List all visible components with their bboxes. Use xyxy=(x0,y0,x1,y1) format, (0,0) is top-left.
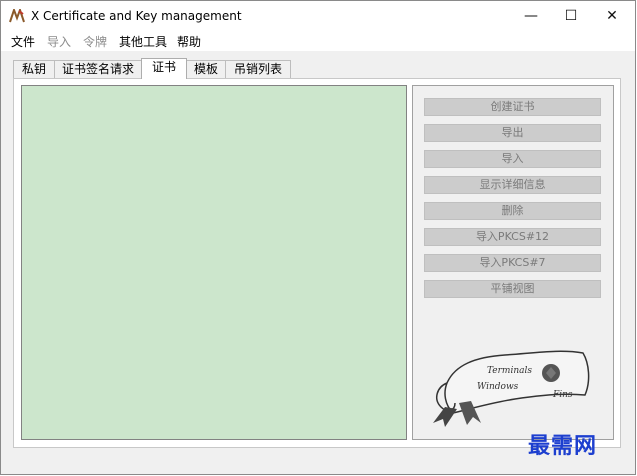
import-pkcs12-button[interactable]: 导入PKCS#12 xyxy=(424,228,601,246)
import-pkcs7-button[interactable]: 导入PKCS#7 xyxy=(424,254,601,272)
menu-import[interactable]: 导入 xyxy=(47,33,71,50)
xca-app-icon xyxy=(9,9,25,23)
tab-csr[interactable]: 证书签名请求 xyxy=(54,60,142,78)
title-bar: X Certificate and Key management — ☐ ✕ xyxy=(1,1,635,31)
watermark-text: 最需网 xyxy=(528,434,598,459)
certificate-list[interactable] xyxy=(21,85,407,440)
certificate-scroll-logo: Terminals Windows Fins xyxy=(433,350,590,427)
maximize-icon: ☐ xyxy=(564,8,578,24)
tab-templates[interactable]: 模板 xyxy=(186,60,226,78)
logo-text-line1: Terminals xyxy=(487,366,532,376)
show-details-button[interactable]: 显示详细信息 xyxy=(424,176,601,194)
tab-private-keys[interactable]: 私钥 xyxy=(13,60,55,78)
tab-revocation-lists[interactable]: 吊销列表 xyxy=(225,60,291,78)
menu-token[interactable]: 令牌 xyxy=(83,33,107,50)
menu-file[interactable]: 文件 xyxy=(11,33,35,50)
close-button[interactable]: ✕ xyxy=(589,1,635,31)
logo-text-line2: Windows xyxy=(477,382,519,392)
minimize-icon: — xyxy=(524,8,538,24)
menu-help[interactable]: 帮助 xyxy=(177,33,201,50)
menu-bar: 文件 导入 令牌 其他工具 帮助 xyxy=(1,31,635,51)
delete-button[interactable]: 删除 xyxy=(424,202,601,220)
app-window: X Certificate and Key management — ☐ ✕ 文… xyxy=(0,0,636,475)
logo-text-line3: Fins xyxy=(552,390,573,400)
close-icon: ✕ xyxy=(606,8,618,24)
maximize-button[interactable]: ☐ xyxy=(548,1,594,31)
import-button[interactable]: 导入 xyxy=(424,150,601,168)
tab-certificates[interactable]: 证书 xyxy=(141,58,187,79)
window-title: X Certificate and Key management xyxy=(31,9,242,23)
new-certificate-button[interactable]: 创建证书 xyxy=(424,98,601,116)
menu-other-tools[interactable]: 其他工具 xyxy=(119,33,167,50)
plain-view-button[interactable]: 平铺视图 xyxy=(424,280,601,298)
export-button[interactable]: 导出 xyxy=(424,124,601,142)
